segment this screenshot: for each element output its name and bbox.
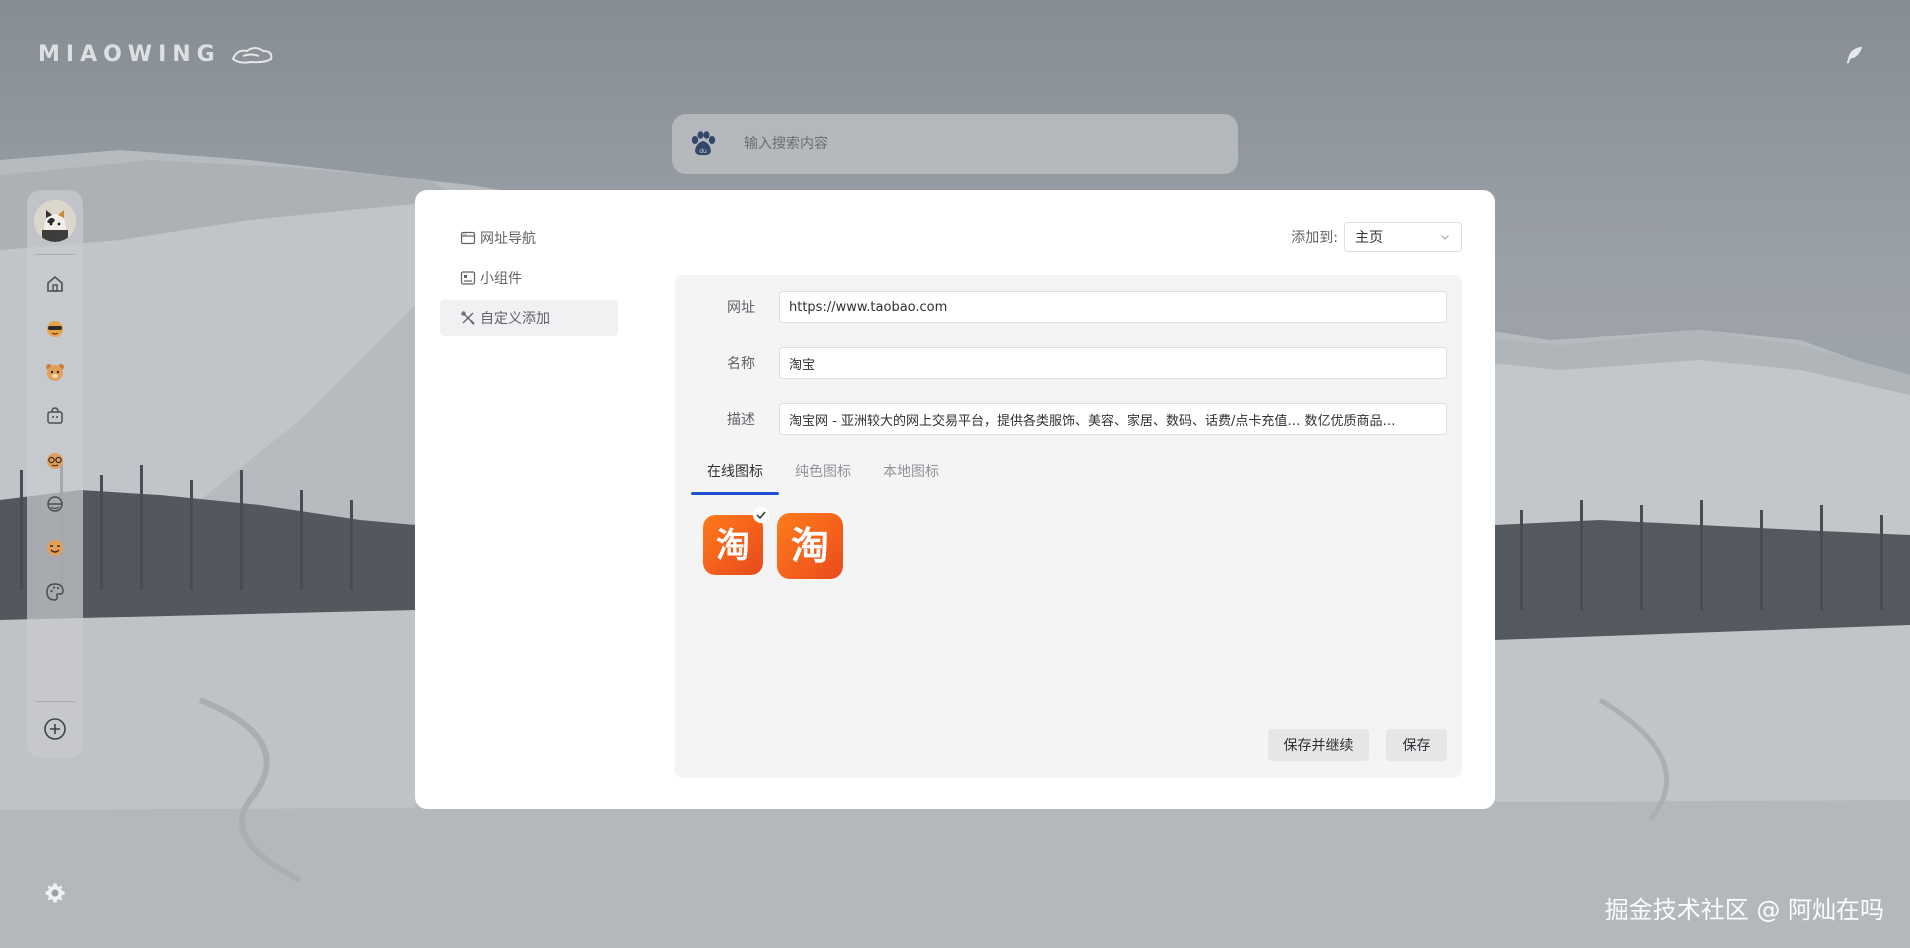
sidebar-item-home[interactable] [43,272,67,296]
custom-add-form: 网址 https://www.taobao.com 名称 淘宝 描述 淘宝网 -… [675,275,1462,778]
menu-item-label: 网址导航 [480,231,536,247]
taobao-icon-glyph: 淘 [791,524,829,568]
description-input[interactable]: 淘宝网 - 亚洲较大的网上交易平台，提供各类服饰、美容、家居、数码、话费/点卡充… [779,403,1447,435]
taobao-icon-option[interactable]: 淘 [777,513,843,579]
gear-icon[interactable] [42,880,68,906]
svg-text:du: du [699,148,707,155]
taobao-icon-option-selected[interactable]: 淘 [703,515,763,575]
save-and-continue-button[interactable]: 保存并继续 [1268,729,1369,761]
sidebar-item-helmet[interactable] [43,492,67,516]
bear-icon [46,364,64,381]
widget-icon [460,271,476,285]
taobao-icon-glyph: 淘 [716,526,750,566]
description-label: 描述 [727,412,755,428]
logo-text: MIAOWING [38,42,221,67]
url-label: 网址 [727,300,755,316]
sidebar-divider [35,701,75,702]
menu-item-custom-add[interactable]: 自定义添加 [440,300,618,336]
palette-icon [46,583,64,601]
tab-online-icon[interactable]: 在线图标 [691,453,779,495]
name-label: 名称 [727,356,755,372]
sidebar-item-palette[interactable] [43,580,67,604]
add-to-select[interactable]: 主页 [1344,222,1462,252]
watermark: 掘金技术社区 @ 阿灿在吗 [1604,896,1884,924]
cat-avatar-icon [34,200,76,242]
sidebar [27,190,83,758]
menu-item-widgets[interactable]: 小组件 [440,260,618,296]
tools-icon [461,311,475,325]
sidebar-item-bear[interactable] [43,360,67,384]
browser-icon [460,231,476,245]
menu-item-label: 小组件 [480,271,522,287]
feather-icon[interactable] [1844,44,1866,66]
sidebar-item-glasses-face[interactable] [43,448,67,472]
search-input[interactable] [742,123,1206,165]
add-to-value: 主页 [1355,230,1383,246]
sidebar-item-bag[interactable] [43,404,67,428]
bag-icon [47,407,63,424]
sidebar-add-button[interactable] [43,717,67,741]
dialog-menu: 网址导航 小组件 自定义添加 [440,220,618,340]
add-to-label: 添加到: [1291,230,1338,246]
sidebar-divider [35,254,75,255]
url-row: 网址 https://www.taobao.com [675,291,1462,323]
search-bar[interactable]: du [672,114,1238,174]
app-logo[interactable]: MIAOWING [38,42,275,67]
description-row: 描述 淘宝网 - 亚洲较大的网上交易平台，提供各类服饰、美容、家居、数码、话费/… [675,403,1462,435]
icon-source-tabs: 在线图标 纯色图标 本地图标 [691,453,955,495]
cool-cat-icon [47,321,63,337]
selected-check-badge [753,507,769,523]
tab-local-icon[interactable]: 本地图标 [867,453,955,489]
smile-face-icon [47,540,63,556]
home-icon [47,275,63,292]
helmet-icon [47,496,63,512]
glasses-face-icon [47,453,63,469]
check-icon [756,511,766,520]
tab-solid-color-icon[interactable]: 纯色图标 [779,453,867,489]
menu-item-label: 自定义添加 [480,311,550,327]
plus-circle-icon [44,718,66,740]
save-button[interactable]: 保存 [1386,729,1447,761]
add-to-group: 添加到: 主页 [1291,222,1462,252]
chevron-down-icon [1441,235,1449,240]
name-input[interactable]: 淘宝 [779,347,1447,379]
add-link-dialog: 网址导航 小组件 自定义添加 添加到: 主页 网址 https://www.ta… [415,190,1495,809]
sidebar-item-cool-cat[interactable] [43,316,67,340]
sidebar-item-smile-face[interactable] [43,536,67,560]
name-row: 名称 淘宝 [675,347,1462,379]
cat-paw-logo-icon [231,46,273,64]
menu-item-site-nav[interactable]: 网址导航 [440,220,618,256]
baidu-paw-icon[interactable]: du [688,129,718,159]
avatar[interactable] [34,200,76,242]
url-input[interactable]: https://www.taobao.com [779,291,1447,323]
